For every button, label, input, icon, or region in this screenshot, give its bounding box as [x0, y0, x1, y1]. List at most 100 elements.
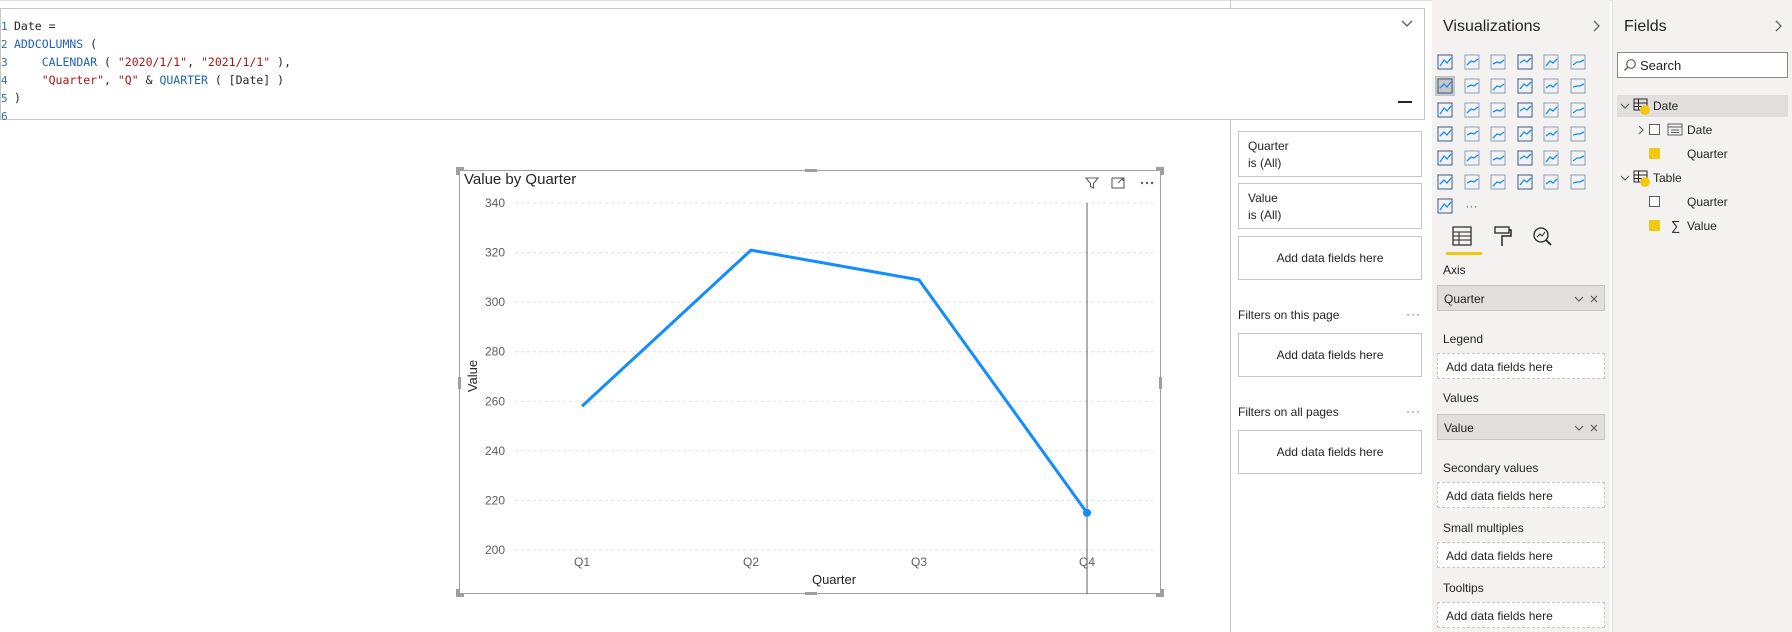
table-node-date[interactable]: Date — [1617, 95, 1788, 117]
filter-icon[interactable] — [1084, 175, 1100, 191]
legend-drop-zone[interactable]: Add data fields here — [1437, 353, 1605, 379]
y-tick-label: 320 — [485, 246, 505, 260]
page-filter-drop-zone[interactable]: Add data fields here — [1238, 333, 1422, 377]
map-icon[interactable] — [1435, 124, 1455, 144]
chevron-down-icon[interactable] — [1574, 423, 1584, 433]
tooltips-drop-zone[interactable]: Add data fields here — [1437, 602, 1605, 628]
stacked-area-chart-icon[interactable] — [1488, 76, 1508, 96]
filter-card-value[interactable]: Value is (All) — [1238, 183, 1422, 229]
dax-formula-bar[interactable]: 1 Date = 2 ADDCOLUMNS (3 CALENDAR ( "2020/1… — [0, 8, 1425, 123]
multi-row-card-icon[interactable] — [1541, 124, 1561, 144]
more-options-icon[interactable]: ··· — [1406, 307, 1421, 321]
scatter-chart-icon[interactable] — [1488, 100, 1508, 120]
pie-chart-icon[interactable] — [1515, 100, 1535, 120]
code-line[interactable]: 3 CALENDAR ( "2020/1/1", "2021/1/1" ), — [1, 53, 291, 71]
filled-map-icon[interactable] — [1462, 124, 1482, 144]
field-name: Quarter — [1687, 195, 1728, 209]
close-icon[interactable] — [1589, 294, 1599, 304]
expand-formula-chevron-icon[interactable] — [1400, 17, 1414, 31]
stacked-column-chart-icon[interactable] — [1462, 52, 1482, 72]
100-bar-chart-icon[interactable] — [1541, 52, 1561, 72]
code-line[interactable]: 2 ADDCOLUMNS ( — [1, 35, 97, 53]
axis-field-pill[interactable]: Quarter — [1437, 285, 1605, 311]
line-chart-icon[interactable] — [1435, 76, 1455, 96]
code-line[interactable]: 4 "Quarter", "Q" & QUARTER ( [Date] ) — [1, 71, 284, 89]
field-item-table-value[interactable]: ∑ Value — [1617, 215, 1788, 237]
y-tick-label: 340 — [485, 196, 505, 210]
waterfall-chart-icon[interactable] — [1435, 100, 1455, 120]
focus-mode-icon[interactable] — [1110, 175, 1126, 191]
power-automate-icon[interactable] — [1568, 172, 1588, 192]
field-checkbox-checked[interactable] — [1649, 148, 1660, 159]
format-paint-roller-icon[interactable] — [1490, 224, 1514, 248]
field-checkbox[interactable] — [1649, 196, 1660, 207]
code-line[interactable]: 1 Date = — [1, 17, 56, 35]
code-line[interactable]: 6 — [1, 107, 14, 125]
field-checkbox-checked[interactable] — [1649, 220, 1660, 231]
clustered-column-chart-icon[interactable] — [1515, 52, 1535, 72]
gauge-icon[interactable] — [1488, 124, 1508, 144]
stacked-bar-chart-icon[interactable] — [1435, 52, 1455, 72]
y-tick-label: 280 — [485, 345, 505, 359]
chevron-right-icon[interactable] — [1637, 125, 1645, 135]
values-field-pill[interactable]: Value — [1437, 414, 1605, 440]
more-options-icon[interactable]: ··· — [1406, 404, 1421, 418]
collapse-pane-chevron-icon[interactable] — [1590, 20, 1602, 32]
power-apps-icon[interactable] — [1541, 172, 1561, 192]
100-column-chart-icon[interactable] — [1568, 52, 1588, 72]
analytics-magnifier-icon[interactable] — [1530, 224, 1554, 248]
line-column-chart-icon[interactable] — [1515, 76, 1535, 96]
field-item-date-quarter[interactable]: Quarter — [1617, 143, 1788, 165]
matrix-icon[interactable] — [1488, 148, 1508, 168]
area-chart-icon[interactable] — [1462, 76, 1482, 96]
table-name: Table — [1653, 171, 1682, 185]
funnel-chart-icon[interactable] — [1462, 100, 1482, 120]
smart-narrative-icon[interactable] — [1488, 172, 1508, 192]
small-multiples-drop-zone[interactable]: Add data fields here — [1437, 542, 1605, 568]
code-line[interactable]: 5) — [1, 89, 21, 107]
table-icon[interactable] — [1462, 148, 1482, 168]
clustered-bar-chart-icon[interactable] — [1488, 52, 1508, 72]
secondary-values-drop-zone[interactable]: Add data fields here — [1437, 482, 1605, 508]
chevron-down-icon[interactable] — [1574, 294, 1584, 304]
decomposition-tree-icon[interactable] — [1435, 172, 1455, 192]
filter-card-quarter[interactable]: Quarter is (All) — [1238, 131, 1422, 177]
search-input[interactable] — [1640, 56, 1780, 74]
code-token: "2020/1/1" — [117, 55, 188, 69]
small-multiples-well-label: Small multiples — [1443, 521, 1524, 535]
kpi-icon[interactable] — [1568, 124, 1588, 144]
legend-well-label: Legend — [1443, 332, 1484, 346]
donut-chart-icon[interactable] — [1541, 100, 1561, 120]
field-item-table-quarter[interactable]: Quarter — [1617, 191, 1788, 213]
python-icon[interactable] — [1541, 148, 1561, 168]
calendar-hierarchy-icon — [1667, 123, 1683, 136]
collapse-formula-icon[interactable] — [1398, 101, 1412, 103]
paginated-report-icon[interactable] — [1515, 172, 1535, 192]
more-options-icon[interactable] — [1139, 175, 1155, 191]
table-node-table[interactable]: Table — [1617, 167, 1788, 189]
collapse-pane-chevron-icon[interactable] — [1772, 20, 1784, 32]
chevron-down-icon[interactable] — [1620, 101, 1630, 111]
card-icon[interactable] — [1515, 124, 1535, 144]
more-visuals-icon[interactable]: ··· — [1462, 196, 1482, 216]
slicer-icon[interactable] — [1435, 148, 1455, 168]
sum-icon: ∑ — [1671, 218, 1681, 233]
code-token: Date = — [14, 19, 56, 33]
key-influencers-icon[interactable] — [1568, 148, 1588, 168]
filter-card-state: is (All) — [1248, 208, 1282, 222]
fields-tab-icon[interactable] — [1450, 224, 1474, 248]
visual-filter-drop-zone[interactable]: Add data fields here — [1238, 236, 1422, 280]
field-checkbox[interactable] — [1649, 124, 1660, 135]
r-script-icon[interactable] — [1515, 148, 1535, 168]
chevron-down-icon[interactable] — [1620, 173, 1630, 183]
code-token: ( [Date] ) — [207, 73, 285, 87]
line-clustered-column-icon[interactable] — [1541, 76, 1561, 96]
ribbon-chart-icon[interactable] — [1568, 76, 1588, 96]
qa-icon[interactable] — [1462, 172, 1482, 192]
close-icon[interactable] — [1589, 423, 1599, 433]
arcgis-icon[interactable] — [1435, 196, 1455, 216]
treemap-icon[interactable] — [1568, 100, 1588, 120]
fields-search-box[interactable] — [1617, 52, 1788, 78]
all-pages-filter-drop-zone[interactable]: Add data fields here — [1238, 430, 1422, 474]
field-item-date-hierarchy[interactable]: Date — [1617, 119, 1788, 141]
